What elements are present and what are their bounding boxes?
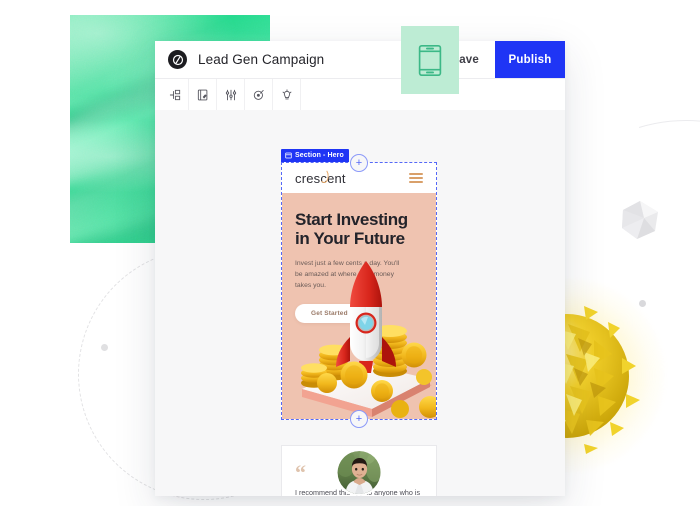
testimonial-section[interactable]: “ I recommend this app to anyone who is … (281, 445, 437, 496)
target-goal-icon[interactable] (245, 79, 273, 110)
hero-content: Start Investing in Your Future Invest ju… (282, 193, 436, 419)
slashed-circle-logo-icon (168, 50, 187, 69)
gray-dot-left (101, 344, 108, 351)
mobile-page-preview: Section - Hero + crescent Start Investin… (281, 149, 437, 496)
design-palette-icon[interactable] (189, 79, 217, 110)
publish-button[interactable]: Publish (495, 41, 565, 78)
mobile-phone-icon (418, 44, 442, 76)
section-layout-icon (285, 152, 292, 159)
add-section-icon[interactable] (161, 79, 189, 110)
testimonial-avatar-photo (335, 449, 383, 496)
app-window: Lead Gen Campaign Save Publish Section -… (155, 41, 565, 496)
section-hero-badge-label: Section - Hero (295, 152, 344, 159)
hero-heading-line1: Start Investing (295, 210, 408, 229)
crescent-logo[interactable]: crescent (295, 171, 346, 186)
hero-heading-line2: in Your Future (295, 229, 405, 249)
section-hero-badge[interactable]: Section - Hero (281, 149, 349, 162)
hero-section[interactable]: + crescent Start Investing in Your Futur… (281, 154, 437, 428)
hamburger-menu-icon[interactable] (409, 172, 423, 184)
mobile-preview-toggle[interactable] (401, 26, 459, 94)
page-title[interactable]: Lead Gen Campaign (198, 52, 324, 67)
title-bar: Lead Gen Campaign Save Publish (155, 41, 565, 79)
hero-heading: Start Investing in Your Future (295, 210, 423, 249)
gray-polyhedron-gem-icon (618, 198, 662, 242)
add-section-below-button[interactable]: + (350, 410, 368, 428)
editor-toolbar (155, 79, 565, 111)
logo-text-after: ent (327, 170, 346, 186)
logo-crescent-accent: c (320, 170, 328, 186)
rocket-on-phone-with-gold-coins-illustration (294, 257, 436, 419)
add-section-above-button[interactable]: + (350, 154, 368, 172)
lightbulb-idea-icon[interactable] (273, 79, 301, 110)
logo-text-before: cres (295, 170, 321, 186)
sliders-settings-icon[interactable] (217, 79, 245, 110)
editor-canvas: Section - Hero + crescent Start Investin… (155, 110, 565, 496)
